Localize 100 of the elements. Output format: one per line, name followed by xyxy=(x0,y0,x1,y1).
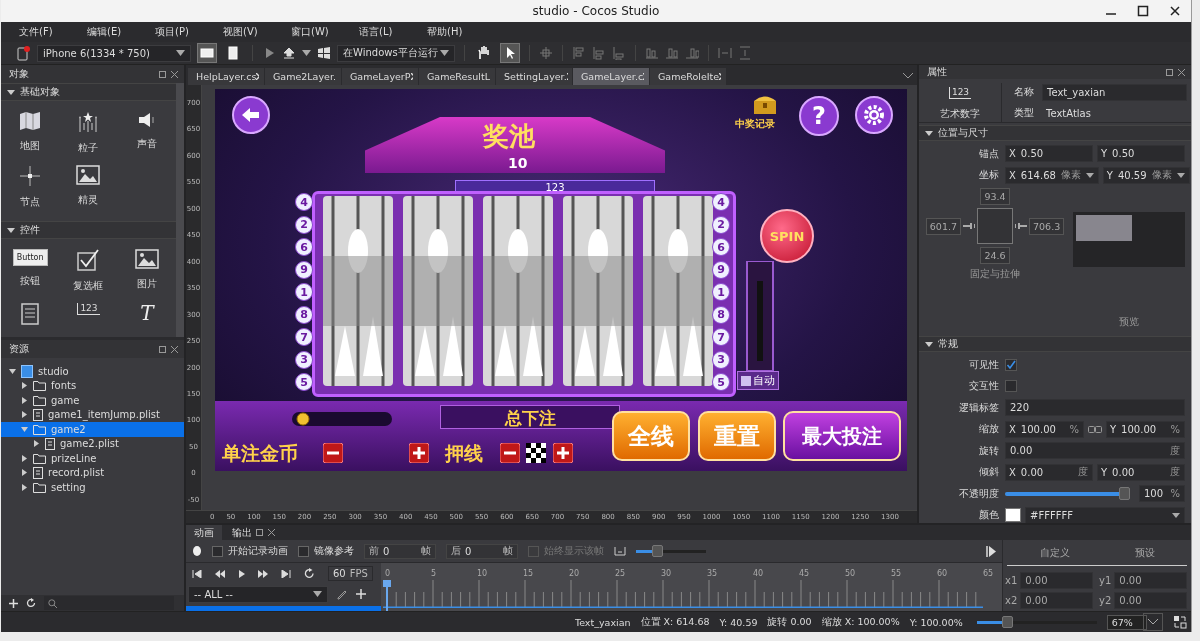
link-icon[interactable] xyxy=(1088,425,1102,433)
fit-screen-icon[interactable] xyxy=(1172,615,1187,629)
text-icon[interactable]: T xyxy=(140,303,154,323)
number-field[interactable]: 100 % xyxy=(1139,485,1185,503)
run-target-dropdown[interactable]: 在Windows平台运行 xyxy=(337,44,455,62)
document-tab[interactable]: SettingLayer. xyxy=(496,68,572,85)
frame-field[interactable]: 后 0 帧 xyxy=(446,543,518,559)
name-field[interactable]: Text_yaxian xyxy=(1042,83,1187,101)
caret-icon[interactable] xyxy=(302,50,311,56)
number-field[interactable]: 0.00 xyxy=(1020,592,1093,609)
image-icon[interactable] xyxy=(134,249,159,269)
image-icon[interactable] xyxy=(76,165,101,185)
number-field[interactable]: X 614.68 像素 xyxy=(1005,166,1099,184)
last-frame-icon[interactable] xyxy=(281,569,291,578)
margin-field[interactable]: 24.6 xyxy=(980,247,1010,264)
landscape-icon[interactable] xyxy=(197,43,217,63)
menu-item[interactable]: 帮助(H) xyxy=(417,25,485,39)
first-frame-icon[interactable] xyxy=(192,569,202,578)
egg-icon[interactable] xyxy=(192,545,202,557)
checkbox[interactable] xyxy=(1005,380,1017,393)
device-dropdown[interactable]: iPhone 6(1334 * 750) xyxy=(37,44,191,62)
pointer-icon[interactable] xyxy=(500,43,520,63)
plus-icon[interactable] xyxy=(553,443,573,463)
document-icon[interactable] xyxy=(20,303,41,325)
speaker-icon[interactable] xyxy=(136,111,157,129)
checkbox[interactable] xyxy=(1005,358,1017,371)
number-field[interactable]: 0.00 xyxy=(1020,572,1093,589)
document-tab[interactable]: GameRoleIte xyxy=(650,68,726,85)
margin-field[interactable]: 706.3 xyxy=(1029,217,1065,235)
easing-tab[interactable]: 预设 xyxy=(1134,546,1155,560)
maximize-icon[interactable] xyxy=(1137,5,1149,17)
tree-item[interactable]: game1_itemJump.plist xyxy=(1,407,184,422)
map-icon[interactable] xyxy=(19,111,42,131)
fast-forward-icon[interactable] xyxy=(258,569,268,578)
add-icon[interactable] xyxy=(9,598,18,608)
timeline[interactable]: 0 5 10 15 20 25 30 35 40 45 50 55 60 65 xyxy=(381,563,1002,611)
playhead-marker[interactable] xyxy=(383,580,391,611)
auto-checkbox[interactable] xyxy=(741,375,751,386)
number-field[interactable]: X 0.00 度 xyxy=(1005,463,1093,481)
upload-icon[interactable] xyxy=(282,46,296,60)
number-field[interactable]: 0.00 xyxy=(1114,592,1187,609)
number-field[interactable]: 0.00 度 xyxy=(1005,442,1185,460)
tree-item[interactable]: setting xyxy=(1,480,184,495)
settings-icon[interactable] xyxy=(855,96,893,134)
opacity-slider[interactable] xyxy=(1005,487,1129,501)
restore-icon[interactable] xyxy=(256,529,263,536)
play-to-end-icon[interactable] xyxy=(986,546,996,557)
menu-item[interactable]: 语言(L) xyxy=(349,25,417,39)
easing-tab[interactable]: 自定义 xyxy=(1039,546,1070,560)
color-swatch[interactable] xyxy=(1005,508,1021,523)
margin-field[interactable]: 93.4 xyxy=(980,188,1010,205)
minus-icon[interactable] xyxy=(500,443,520,463)
menu-item[interactable]: 编辑(E) xyxy=(77,25,145,39)
chevron-icon[interactable] xyxy=(903,73,913,79)
zoom-slider[interactable] xyxy=(976,616,1097,628)
checkbox-icon[interactable] xyxy=(77,249,100,271)
minus-icon[interactable] xyxy=(323,443,343,463)
frame-field[interactable]: 前 0 帧 xyxy=(364,543,436,559)
search-field[interactable] xyxy=(44,596,174,610)
filter-dropdown[interactable]: -- ALL -- xyxy=(188,585,328,603)
fps-field[interactable]: 60 FPS xyxy=(328,566,373,581)
number-field[interactable]: X 0.50 xyxy=(1005,145,1093,163)
restore-icon[interactable] xyxy=(1166,68,1173,76)
tree-item[interactable]: record.plist xyxy=(1,465,184,480)
number-field[interactable]: X 100.00 % xyxy=(1005,420,1084,438)
zoom-slider[interactable] xyxy=(636,545,706,557)
menu-item[interactable]: 项目(P) xyxy=(145,25,213,39)
number-field[interactable]: Y 0.00 度 xyxy=(1097,463,1185,481)
play-icon[interactable] xyxy=(238,569,245,578)
refresh-icon[interactable] xyxy=(26,598,36,608)
number-field[interactable]: Y 40.59 像素 xyxy=(1102,166,1190,184)
section-header[interactable]: 基础对象 xyxy=(1,83,176,101)
fit-width-icon[interactable] xyxy=(614,546,626,556)
restore-icon[interactable] xyxy=(159,70,166,78)
help-button[interactable]: ? xyxy=(799,96,839,136)
menu-item[interactable]: 视图(V) xyxy=(213,25,281,39)
document-tab[interactable]: GameLayerP xyxy=(342,68,418,85)
button-icon[interactable]: Button xyxy=(12,249,48,266)
text-field[interactable]: 220 xyxy=(1005,399,1185,417)
document-tab[interactable]: Game2Layer. xyxy=(265,68,341,85)
panel-tab[interactable]: 动画 xyxy=(186,525,222,540)
device-icon[interactable] xyxy=(15,45,31,61)
selected-track-row[interactable] xyxy=(186,606,381,611)
tree-item[interactable]: fonts xyxy=(1,378,184,393)
tree-item[interactable]: prizeLine xyxy=(1,451,184,466)
menu-item[interactable]: 文件(F) xyxy=(9,25,77,39)
menu-item[interactable]: 窗口(W) xyxy=(281,25,349,39)
number-field[interactable]: 0.00 xyxy=(1114,572,1187,589)
pin-icon[interactable] xyxy=(1015,222,1027,230)
loop-icon[interactable] xyxy=(304,568,315,579)
checkbox[interactable] xyxy=(212,545,223,557)
tree-item[interactable]: studio xyxy=(1,364,184,379)
number-field[interactable]: Y 0.50 xyxy=(1097,145,1185,163)
restore-icon[interactable] xyxy=(159,345,166,353)
document-tab[interactable]: GameResultL xyxy=(419,68,495,85)
checkbox[interactable] xyxy=(298,545,309,557)
section-header[interactable]: 控件 xyxy=(1,221,176,239)
rewind-icon[interactable] xyxy=(215,569,225,578)
tree-item[interactable]: game xyxy=(1,393,184,408)
document-tab[interactable]: HelpLayer.cs xyxy=(188,68,264,85)
